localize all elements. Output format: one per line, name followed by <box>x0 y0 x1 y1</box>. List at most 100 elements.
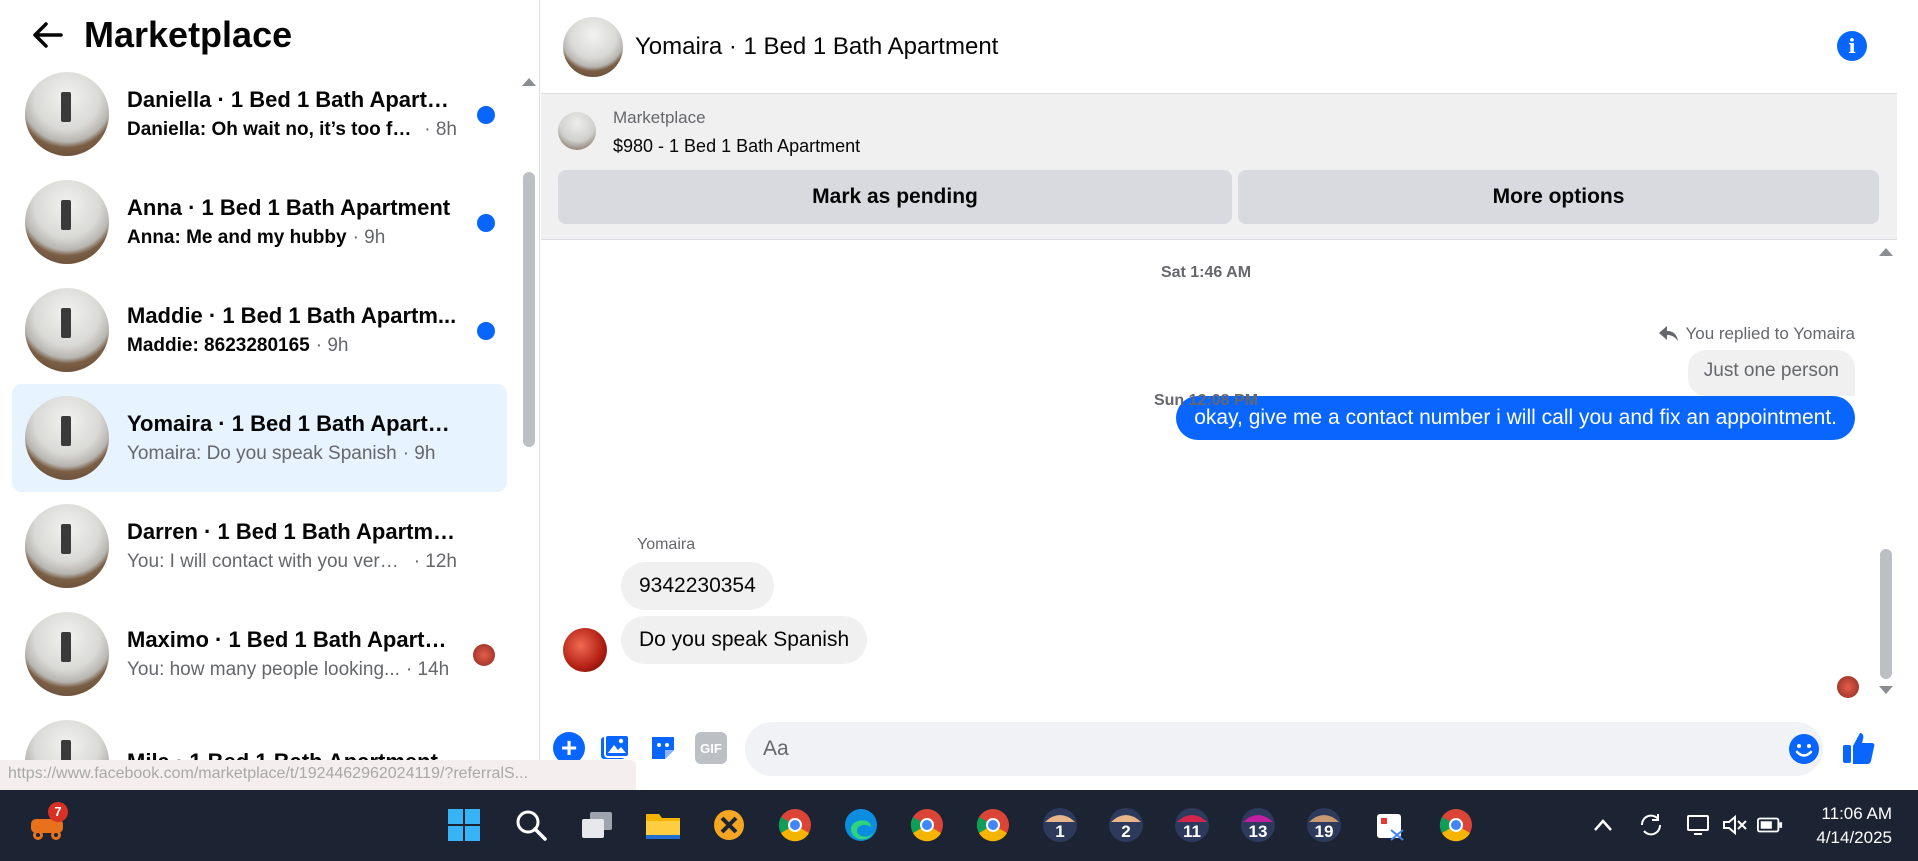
conversation-title: Maximo · 1 Bed 1 Bath Apartm... <box>127 627 457 652</box>
numbered-app-icon[interactable]: 1 <box>1039 804 1081 846</box>
app-number: 11 <box>1183 822 1201 841</box>
chat-avatar[interactable] <box>563 16 623 77</box>
conversation-time: · 9h <box>315 335 349 356</box>
conversation-title: Daniella · 1 Bed 1 Bath Apartm... <box>127 87 457 112</box>
scroll-up-icon[interactable] <box>1879 248 1893 256</box>
show-hidden-icons-chevron-icon[interactable] <box>1590 812 1616 838</box>
avatar <box>25 288 109 372</box>
conversation-sidebar: Marketplace Daniella · 1 Bed 1 Bath Apar… <box>0 0 540 790</box>
numbered-app-icon[interactable]: 13 <box>1237 804 1279 846</box>
conversation-item-anna[interactable]: Anna · 1 Bed 1 Bath Apartment Anna: Me a… <box>12 168 507 276</box>
conversation-item-yomaira[interactable]: Yomaira · 1 Bed 1 Bath Apartment Yomaira… <box>12 384 507 492</box>
reply-note-text: You replied to Yomaira <box>1685 324 1855 343</box>
clock-date: 4/14/2025 <box>1816 828 1892 847</box>
avatar <box>25 504 109 588</box>
messenger-app: Marketplace Daniella · 1 Bed 1 Bath Apar… <box>0 0 1918 790</box>
file-explorer-icon[interactable] <box>642 804 684 846</box>
scroll-thumb[interactable] <box>1880 549 1892 679</box>
link-url-tooltip: https://www.facebook.com/marketplace/t/1… <box>0 760 636 790</box>
message-thread: Sat 1:46 AM You replied to Yomaira Just … <box>541 240 1897 710</box>
numbered-app-icon[interactable]: 11 <box>1171 804 1213 846</box>
sidebar-title: Marketplace <box>84 14 293 55</box>
conversation-snippet: You: I will contact with you very s... <box>127 551 408 572</box>
scroll-down-icon[interactable] <box>1879 686 1893 694</box>
app-number: 1 <box>1055 822 1065 841</box>
avatar <box>25 180 109 264</box>
more-options-button[interactable]: More options <box>1238 170 1879 224</box>
timestamp: Sat 1:46 AM <box>1160 264 1252 281</box>
chat-pane: Yomaira · 1 Bed 1 Bath Apartment i Marke… <box>541 0 1918 790</box>
windows-taskbar: 7 1 2 11 13 19 11:06 AM 4/14/2025 <box>0 790 1918 861</box>
incoming-message[interactable]: Do you speak Spanish <box>621 616 868 664</box>
numbered-app-icon[interactable]: 2 <box>1105 804 1147 846</box>
conversation-item-maximo[interactable]: Maximo · 1 Bed 1 Bath Apartm... You: how… <box>12 600 507 708</box>
reply-note: You replied to Yomaira <box>1659 324 1855 344</box>
sender-name: Yomaira <box>637 536 696 553</box>
numbered-app-icon[interactable]: 19 <box>1303 804 1345 846</box>
conversation-title: Maddie · 1 Bed 1 Bath Apartm... <box>127 303 457 328</box>
chrome-icon[interactable] <box>774 804 816 846</box>
seen-avatar-icon <box>473 644 495 666</box>
app-number: 19 <box>1314 822 1334 841</box>
avatar <box>25 612 109 696</box>
chrome-profile-icon[interactable] <box>906 804 948 846</box>
listing-thumbnail[interactable] <box>558 112 596 150</box>
listing-price-title[interactable]: $980 - 1 Bed 1 Bath Apartment <box>613 136 860 157</box>
timestamp: Sun 12:08 PM <box>1153 392 1259 409</box>
start-icon[interactable] <box>443 804 485 846</box>
gif-icon[interactable]: GIF <box>695 732 727 764</box>
replied-message-quote[interactable]: Just one person <box>1687 350 1855 396</box>
chrome-profile-icon[interactable] <box>972 804 1014 846</box>
conversation-title: Anna · 1 Bed 1 Bath Apartment <box>127 195 451 220</box>
notification-count-badge: 7 <box>48 802 68 822</box>
battery-icon[interactable] <box>1757 812 1783 838</box>
sender-avatar[interactable] <box>563 628 607 672</box>
snipping-tool-icon[interactable] <box>1369 804 1411 846</box>
sticker-icon[interactable] <box>647 732 679 764</box>
app-number: 13 <box>1248 822 1268 841</box>
conversation-item-maddie[interactable]: Maddie · 1 Bed 1 Bath Apartm... Maddie: … <box>12 276 507 384</box>
thumbs-up-icon[interactable] <box>1841 730 1877 766</box>
app-icon[interactable] <box>708 804 750 846</box>
avatar <box>25 72 109 156</box>
emoji-icon[interactable] <box>1789 734 1819 764</box>
marketplace-listing-banner: Marketplace $980 - 1 Bed 1 Bath Apartmen… <box>541 94 1897 240</box>
app-number: 2 <box>1121 822 1131 841</box>
conversation-item-daniella[interactable]: Daniella · 1 Bed 1 Bath Apartm... Daniel… <box>12 60 507 168</box>
sidebar-header: Marketplace <box>0 0 539 70</box>
scroll-up-icon[interactable] <box>522 78 536 86</box>
clock-time: 11:06 AM <box>1821 804 1892 823</box>
chat-title[interactable]: Yomaira · 1 Bed 1 Bath Apartment <box>635 33 998 61</box>
conversation-snippet: Maddie: 8623280165 <box>127 335 310 356</box>
volume-muted-icon[interactable] <box>1722 812 1748 838</box>
scroll-thumb[interactable] <box>523 172 535 447</box>
sync-icon[interactable] <box>1638 812 1664 838</box>
system-clock[interactable]: 11:06 AM 4/14/2025 <box>1816 802 1892 850</box>
sidebar-scrollbar[interactable] <box>522 72 536 790</box>
mark-as-pending-button[interactable]: Mark as pending <box>558 170 1232 224</box>
conversation-snippet: You: how many people looking... <box>127 659 400 680</box>
conversation-time: · 9h <box>352 227 386 248</box>
incoming-message[interactable]: 9342230354 <box>621 562 774 610</box>
conversation-title: Darren · 1 Bed 1 Bath Apartment <box>127 519 457 544</box>
unread-dot-icon <box>477 106 495 124</box>
message-composer: + GIF <box>541 718 1918 778</box>
message-input[interactable] <box>745 722 1823 776</box>
conversation-snippet: Yomaira: Do you speak Spanish <box>127 443 397 464</box>
edge-icon[interactable] <box>840 804 882 846</box>
reply-arrow-icon <box>1659 326 1679 341</box>
back-arrow-icon[interactable] <box>28 15 68 55</box>
read-receipt-avatar <box>1837 676 1859 698</box>
chat-scrollbar[interactable] <box>1876 244 1896 694</box>
unread-dot-icon <box>477 214 495 232</box>
conversation-item-darren[interactable]: Darren · 1 Bed 1 Bath Apartment You: I w… <box>12 492 507 600</box>
network-icon[interactable] <box>1686 812 1712 838</box>
info-icon[interactable]: i <box>1837 31 1867 61</box>
task-view-icon[interactable] <box>576 804 618 846</box>
search-icon[interactable] <box>510 804 552 846</box>
conversation-time: · 14h <box>405 659 450 680</box>
chrome-profile-icon[interactable] <box>1435 804 1477 846</box>
unread-dot-icon <box>477 322 495 340</box>
conversation-list: Daniella · 1 Bed 1 Bath Apartm... Daniel… <box>12 60 507 790</box>
conversation-time: · 8h <box>424 119 457 140</box>
